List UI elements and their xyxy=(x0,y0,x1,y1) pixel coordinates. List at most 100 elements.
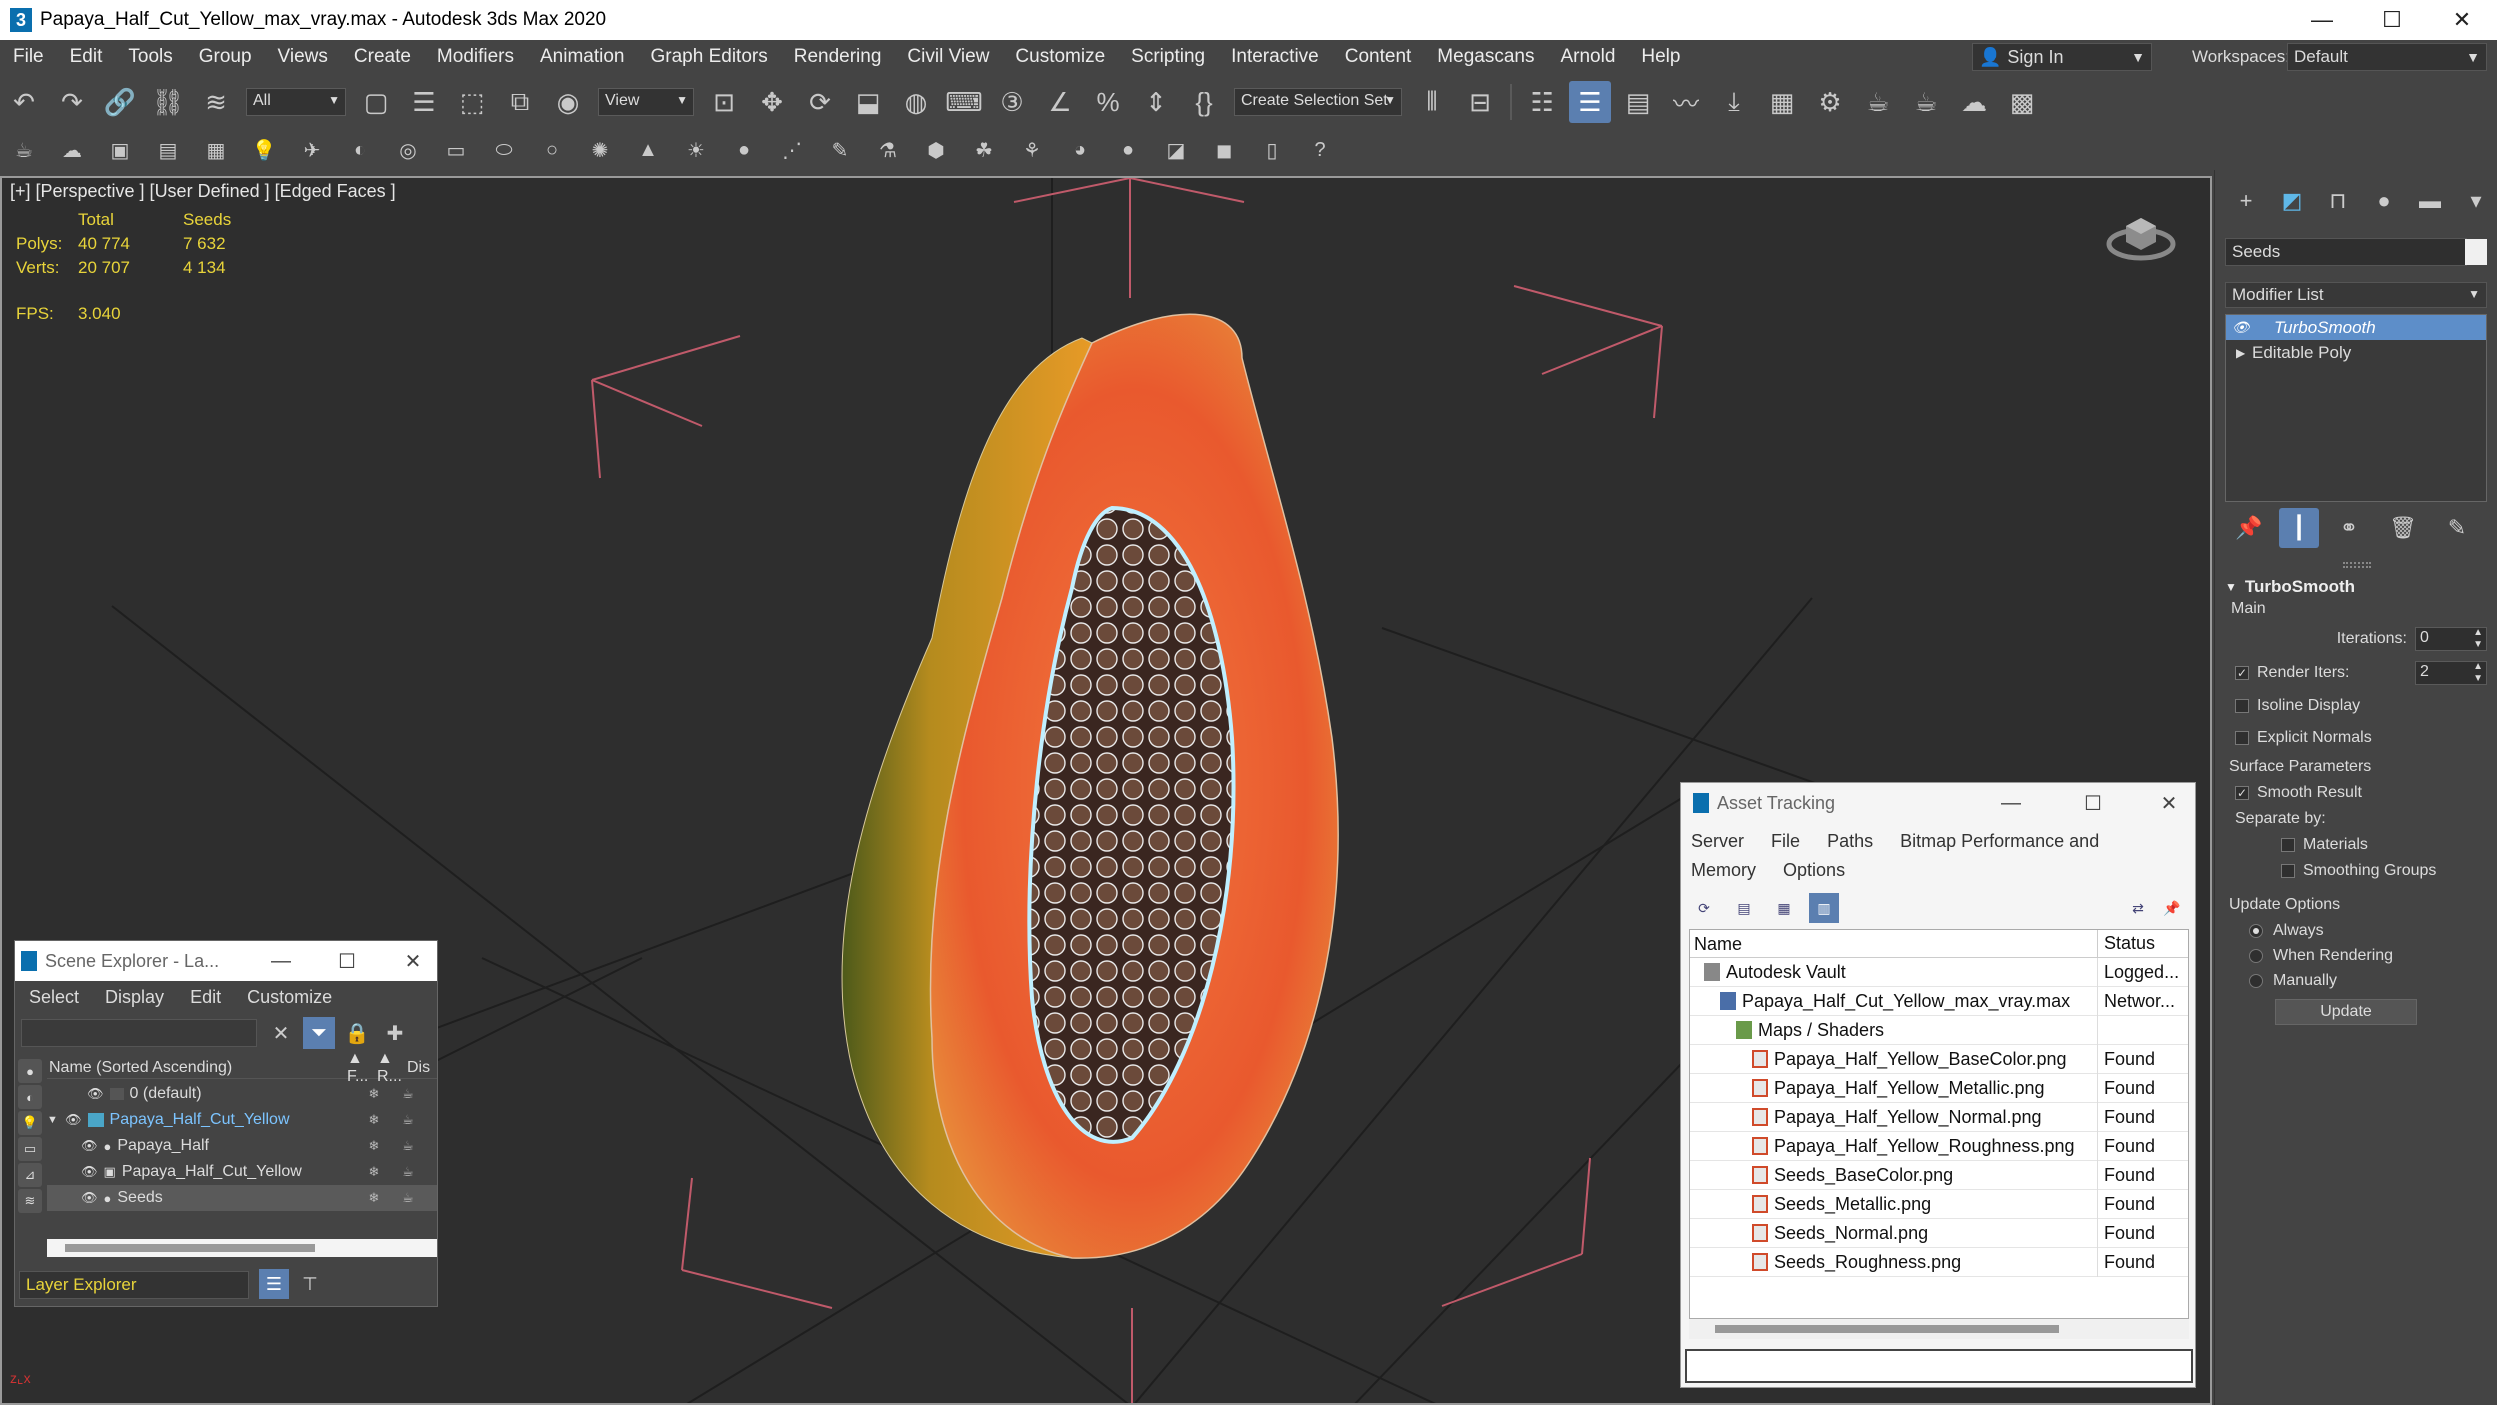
render-teapot-icon[interactable]: ☕ xyxy=(391,1086,425,1102)
close-button[interactable]: ✕ xyxy=(2147,783,2191,823)
render-teapot-icon[interactable]: ☕ xyxy=(391,1190,425,1206)
table-row[interactable]: Papaya_Half_Yellow_Normal.png Found xyxy=(1690,1102,2188,1132)
menu-create[interactable]: Create xyxy=(341,46,424,68)
eye-icon[interactable]: 👁 xyxy=(87,1086,104,1102)
smooth-result-checkbox[interactable]: ✓ Smooth Result xyxy=(2225,780,2487,806)
at-menu-bitmap-performance[interactable]: Bitmap Performance and Memory xyxy=(1691,831,2099,880)
eye-icon[interactable]: 👁 xyxy=(65,1112,82,1128)
at-menu-paths[interactable]: Paths xyxy=(1827,831,1873,851)
render-in-cloud-icon[interactable]: ☁ xyxy=(1953,81,1995,123)
angle-snap-icon[interactable]: ∠ xyxy=(1039,81,1081,123)
at-menu-server[interactable]: Server xyxy=(1691,831,1744,851)
curve-editor-icon[interactable]: 〰 xyxy=(1665,81,1707,123)
sign-in-dropdown[interactable]: 👤 Sign In ▼ xyxy=(1972,43,2152,71)
sphere-light-icon[interactable]: ◎ xyxy=(391,133,425,167)
volume-icon[interactable]: ⬢ xyxy=(919,133,953,167)
table-row[interactable]: Papaya_Half_Yellow_BaseColor.png Found xyxy=(1690,1044,2188,1074)
hierarchy-tab-icon[interactable]: ⊓ xyxy=(2315,182,2361,220)
refresh-icon[interactable]: ⟳ xyxy=(1689,893,1719,923)
maximize-button[interactable]: ☐ xyxy=(325,941,369,981)
percent-snap-icon[interactable]: % xyxy=(1087,81,1129,123)
object-color-swatch[interactable] xyxy=(2465,239,2487,265)
placement-icon[interactable]: ◍ xyxy=(895,81,937,123)
menu-tools[interactable]: Tools xyxy=(115,46,185,68)
toggle-layer-explorer-icon[interactable]: ☰ xyxy=(1569,81,1611,123)
manually-radio[interactable]: Manually xyxy=(2225,968,2487,993)
at-menu-options[interactable]: Options xyxy=(1783,860,1845,880)
lock-icon[interactable]: 🔒 xyxy=(341,1017,373,1049)
stack-item-turbosmooth[interactable]: 👁 TurboSmooth xyxy=(2226,315,2486,340)
menu-animation[interactable]: Animation xyxy=(527,46,638,68)
ambient-light-icon[interactable]: ✺ xyxy=(583,133,617,167)
align-icon[interactable]: ⊟ xyxy=(1459,81,1501,123)
configure-modifier-sets-icon[interactable]: ✎ xyxy=(2433,508,2481,548)
pin-stack-icon[interactable]: 📌 xyxy=(2225,508,2273,548)
sky-icon[interactable]: ● xyxy=(727,133,761,167)
select-object-icon[interactable]: ▢ xyxy=(355,81,397,123)
grid-icon[interactable]: ▦ xyxy=(199,133,233,167)
spinner-snap-icon[interactable]: ⇕ xyxy=(1135,81,1177,123)
dome-light-icon[interactable]: ◐ xyxy=(343,133,377,167)
utilities-tab-icon[interactable]: ▾ xyxy=(2453,182,2497,220)
eye-icon[interactable]: 👁 xyxy=(81,1190,98,1206)
column-display-header[interactable]: Dis xyxy=(407,1059,437,1077)
cone-icon[interactable]: ▲ xyxy=(631,133,665,167)
menu-rendering[interactable]: Rendering xyxy=(781,46,895,68)
sun-icon[interactable]: ☀ xyxy=(679,133,713,167)
table-row[interactable]: Seeds_BaseColor.png Found xyxy=(1690,1160,2188,1190)
freeze-icon[interactable]: ❄ xyxy=(357,1190,391,1206)
material-ball-icon[interactable]: ● xyxy=(1111,133,1145,167)
plant-icon[interactable]: ☘ xyxy=(967,133,1001,167)
scene-converter-icon[interactable]: ▯ xyxy=(1255,133,1289,167)
display-tab-icon[interactable]: ▬ xyxy=(2407,182,2453,220)
menu-group[interactable]: Group xyxy=(186,46,265,68)
table-row[interactable]: 👁 ▣ Papaya_Half_Cut_Yellow ❄ ☕ xyxy=(47,1159,437,1185)
table-row[interactable]: Seeds_Normal.png Found xyxy=(1690,1218,2188,1248)
menu-modifiers[interactable]: Modifiers xyxy=(424,46,527,68)
se-menu-customize[interactable]: Customize xyxy=(247,987,332,1008)
column-name-header[interactable]: Name xyxy=(1690,929,2098,958)
pin-icon[interactable]: 📌 xyxy=(2159,895,2185,921)
sphere-icon[interactable]: ○ xyxy=(535,133,569,167)
render-teapot-icon[interactable]: ☕ xyxy=(391,1138,425,1154)
display-spacewarps-icon[interactable]: ≋ xyxy=(18,1189,42,1213)
table-row[interactable]: 👁 ● Papaya_Half ❄ ☕ xyxy=(47,1133,437,1159)
asset-tracking-titlebar[interactable]: Asset Tracking — ☐ ✕ xyxy=(1681,783,2195,823)
texture-icon[interactable]: ◕ xyxy=(1063,133,1097,167)
light-icon[interactable]: 💡 xyxy=(247,133,281,167)
table-row[interactable]: Seeds_Metallic.png Found xyxy=(1690,1189,2188,1219)
render-iters-spinner[interactable]: 2 ▲ ▼ xyxy=(2415,661,2487,685)
display-helpers-icon[interactable]: ⊿ xyxy=(18,1163,42,1187)
freeze-icon[interactable]: ❄ xyxy=(357,1086,391,1102)
minimize-button[interactable]: — xyxy=(1989,783,2033,823)
select-by-name-icon[interactable]: ☰ xyxy=(403,81,445,123)
spinner-arrows-icon[interactable]: ▲ ▼ xyxy=(2473,627,2483,651)
explorer-type-select[interactable]: Layer Explorer xyxy=(19,1271,249,1299)
eye-icon[interactable]: 👁 xyxy=(81,1164,98,1180)
minimize-button[interactable]: — xyxy=(259,941,303,981)
reference-coordinate-select[interactable]: View ▼ xyxy=(598,88,694,116)
workspace-select[interactable]: Default ▼ xyxy=(2287,43,2487,71)
toggle-ribbon-icon[interactable]: ▤ xyxy=(1617,81,1659,123)
freeze-icon[interactable]: ❄ xyxy=(357,1112,391,1128)
mirror-icon[interactable]: ⫴ xyxy=(1411,81,1453,123)
plane-icon[interactable]: ▭ xyxy=(439,133,473,167)
horizontal-scrollbar[interactable] xyxy=(47,1239,437,1257)
table-row[interactable]: Papaya_Half_Cut_Yellow_max_vray.max Netw… xyxy=(1690,986,2188,1016)
se-menu-display[interactable]: Display xyxy=(105,987,164,1008)
stack-item-editable-poly[interactable]: ▶ Editable Poly xyxy=(2226,340,2486,365)
motion-tab-icon[interactable]: ● xyxy=(2361,182,2407,220)
viewcube-icon[interactable] xyxy=(2106,204,2176,264)
scale-icon[interactable]: ⬓ xyxy=(847,81,889,123)
table-row[interactable]: Papaya_Half_Yellow_Roughness.png Found xyxy=(1690,1131,2188,1161)
pivot-center-icon[interactable]: ⊡ xyxy=(703,81,745,123)
expand-triangle-icon[interactable]: ▼ xyxy=(47,1114,65,1126)
table-row[interactable]: 👁 ● Seeds ❄ ☕ xyxy=(47,1185,437,1211)
list-view-icon[interactable]: ▤ xyxy=(1729,893,1759,923)
render-iters-checkbox[interactable]: ✓ xyxy=(2225,661,2257,685)
teapot-icon[interactable]: ☕ xyxy=(7,133,41,167)
viewport-label-menu[interactable]: [+] [Perspective ] [User Defined ] [Edge… xyxy=(10,181,396,202)
render-teapot-icon[interactable]: ☕ xyxy=(391,1164,425,1180)
render-shortcuts-icon[interactable]: ▩ xyxy=(2001,81,2043,123)
menu-edit[interactable]: Edit xyxy=(57,46,116,68)
